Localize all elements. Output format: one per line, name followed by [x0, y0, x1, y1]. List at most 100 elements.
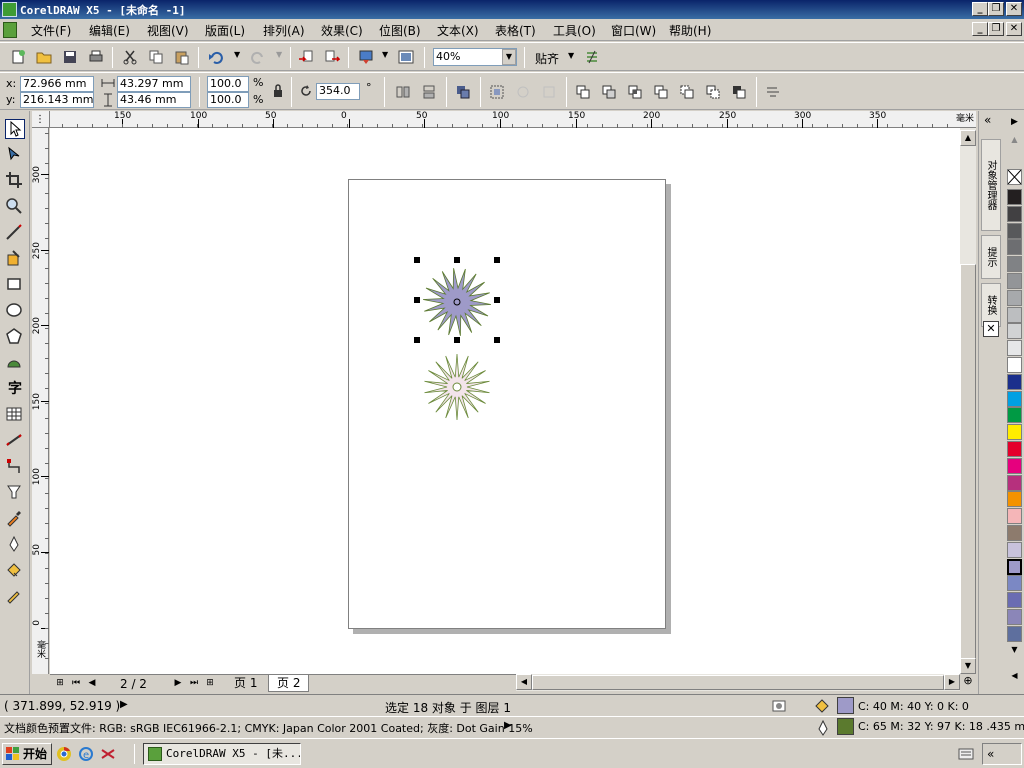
last-page-icon[interactable]: ⏭ [188, 677, 200, 689]
basic-shapes-tool-icon[interactable] [5, 353, 25, 373]
docker-close-icon[interactable]: ✕ [983, 321, 999, 337]
export-icon[interactable] [324, 49, 340, 65]
launcher-dropdown-arrow-icon[interactable]: ▼ [382, 50, 388, 59]
horizontal-scroll-thumb[interactable] [532, 675, 944, 690]
convert-to-curves-icon[interactable] [765, 84, 781, 100]
previous-page-icon[interactable]: ◀ [86, 677, 98, 689]
add-page-before-icon[interactable]: ⊞ [54, 677, 66, 689]
intersect-icon[interactable] [627, 84, 643, 100]
doc-restore-button[interactable]: ❐ [988, 22, 1004, 36]
palette-swatch[interactable] [1007, 357, 1022, 373]
hints-tab[interactable]: 提示 [981, 235, 1001, 279]
eyedropper-tool-icon[interactable] [5, 509, 25, 529]
y-position-field[interactable]: 216.143 mm [20, 92, 94, 108]
palette-swatch[interactable] [1007, 373, 1022, 390]
menu-tools[interactable]: 工具(O) [553, 22, 596, 39]
palette-swatch[interactable] [1007, 609, 1022, 625]
rotation-angle-field[interactable]: 354.0 [316, 83, 360, 100]
simplify-icon[interactable] [653, 84, 669, 100]
create-boundary-icon[interactable] [731, 84, 747, 100]
palette-swatch[interactable] [1007, 424, 1022, 441]
palette-swatch[interactable] [1007, 289, 1022, 306]
palette-swatch[interactable] [1007, 390, 1022, 407]
zoom-tool-icon[interactable] [5, 197, 25, 217]
application-launcher-icon[interactable] [358, 49, 374, 65]
app-shortcut-icon[interactable] [100, 746, 116, 762]
menu-layout[interactable]: 版面(L) [205, 22, 245, 39]
selection-handle-se[interactable] [494, 337, 500, 343]
ungroup-icon[interactable] [489, 84, 505, 100]
horizontal-ruler[interactable]: 150 100 50 0 50 100 150 200 250 300 350 毫米 [50, 111, 976, 128]
menu-table[interactable]: 表格(T) [495, 22, 536, 39]
height-field[interactable]: 43.46 mm [117, 92, 191, 108]
scale-y-field[interactable]: 100.0 [207, 92, 249, 108]
redo-icon[interactable] [250, 49, 266, 65]
rectangle-tool-icon[interactable] [5, 275, 25, 295]
palette-swatch[interactable] [1007, 575, 1022, 592]
snap-dropdown-arrow-icon[interactable]: ▼ [568, 51, 574, 60]
palette-scroll-up-icon[interactable]: ▲ [1007, 135, 1022, 147]
menu-bitmaps[interactable]: 位图(B) [379, 22, 421, 39]
undo-dropdown-arrow-icon[interactable]: ▼ [234, 50, 240, 59]
palette-flyout-icon[interactable]: ◀ [1007, 671, 1022, 683]
tray-expand-icon[interactable]: « [982, 743, 1022, 765]
palette-scroll-down-icon[interactable]: ▼ [1007, 645, 1022, 657]
selection-handle-n[interactable] [454, 257, 460, 263]
save-icon[interactable] [62, 49, 78, 65]
status-expand-arrow-icon[interactable]: ▶ [120, 699, 128, 710]
welcome-screen-icon[interactable] [398, 49, 414, 65]
ellipse-tool-icon[interactable] [5, 301, 25, 321]
palette-swatch[interactable] [1007, 474, 1022, 491]
open-folder-icon[interactable] [36, 49, 52, 65]
new-document-icon[interactable] [10, 49, 26, 65]
undo-icon[interactable] [208, 49, 224, 65]
x-position-field[interactable]: 72.966 mm [20, 76, 94, 92]
add-page-after-icon[interactable]: ⊞ [204, 677, 216, 689]
first-page-icon[interactable]: ⏮ [70, 677, 82, 689]
horizontal-scrollbar[interactable]: ◀ ▶ [516, 674, 960, 691]
page-tab-2[interactable]: 页 2 [268, 675, 310, 692]
close-button[interactable]: ✕ [1006, 2, 1022, 16]
blend-tool-icon[interactable] [5, 483, 25, 503]
start-button[interactable]: 开始 [2, 743, 52, 765]
back-minus-front-icon[interactable] [705, 84, 721, 100]
shape-tool-icon[interactable] [5, 145, 25, 165]
mirror-vertical-icon[interactable] [421, 84, 437, 100]
combine-icon[interactable] [541, 84, 557, 100]
palette-swatch[interactable] [1007, 508, 1022, 525]
smart-fill-tool-icon[interactable] [5, 249, 25, 269]
palette-swatch[interactable] [1007, 441, 1022, 457]
docker-collapse-icon[interactable]: « [984, 113, 991, 127]
color-profile-arrow-icon[interactable]: ▶ [504, 720, 512, 731]
group-icon[interactable] [455, 84, 471, 100]
document-icon[interactable] [3, 22, 17, 38]
doc-minimize-button[interactable]: _ [972, 22, 988, 36]
palette-swatch[interactable] [1007, 239, 1022, 256]
print-icon[interactable] [88, 49, 104, 65]
fill-color-swatch[interactable] [837, 697, 854, 714]
polygon-tool-icon[interactable] [5, 327, 25, 347]
palette-swatch[interactable] [1007, 625, 1022, 642]
ruler-origin[interactable]: ⋮ [32, 111, 50, 128]
weld-icon[interactable] [575, 84, 591, 100]
fill-tool-icon[interactable] [5, 561, 25, 581]
coreldraw-app-icon[interactable] [2, 2, 17, 17]
dimension-tool-icon[interactable] [5, 431, 25, 451]
palette-swatch[interactable] [1007, 222, 1022, 239]
palette-swatch[interactable] [1007, 273, 1022, 289]
palette-swatch[interactable] [1007, 323, 1022, 340]
scroll-left-icon[interactable]: ◀ [516, 674, 532, 690]
palette-swatch[interactable] [1007, 491, 1022, 508]
table-tool-icon[interactable] [5, 405, 25, 425]
keyboard-icon[interactable] [958, 747, 974, 761]
selection-handle-ne[interactable] [494, 257, 500, 263]
menu-edit[interactable]: 编辑(E) [89, 22, 130, 39]
trim-icon[interactable] [601, 84, 617, 100]
no-color-swatch[interactable] [1007, 169, 1022, 185]
palette-swatch[interactable] [1007, 306, 1022, 323]
pick-tool-icon[interactable] [5, 119, 25, 139]
minimize-button[interactable]: _ [972, 2, 988, 16]
object-manager-tab[interactable]: 对象管理器 [981, 139, 1001, 231]
selection-handle-s[interactable] [454, 337, 460, 343]
scroll-right-icon[interactable]: ▶ [944, 674, 960, 690]
